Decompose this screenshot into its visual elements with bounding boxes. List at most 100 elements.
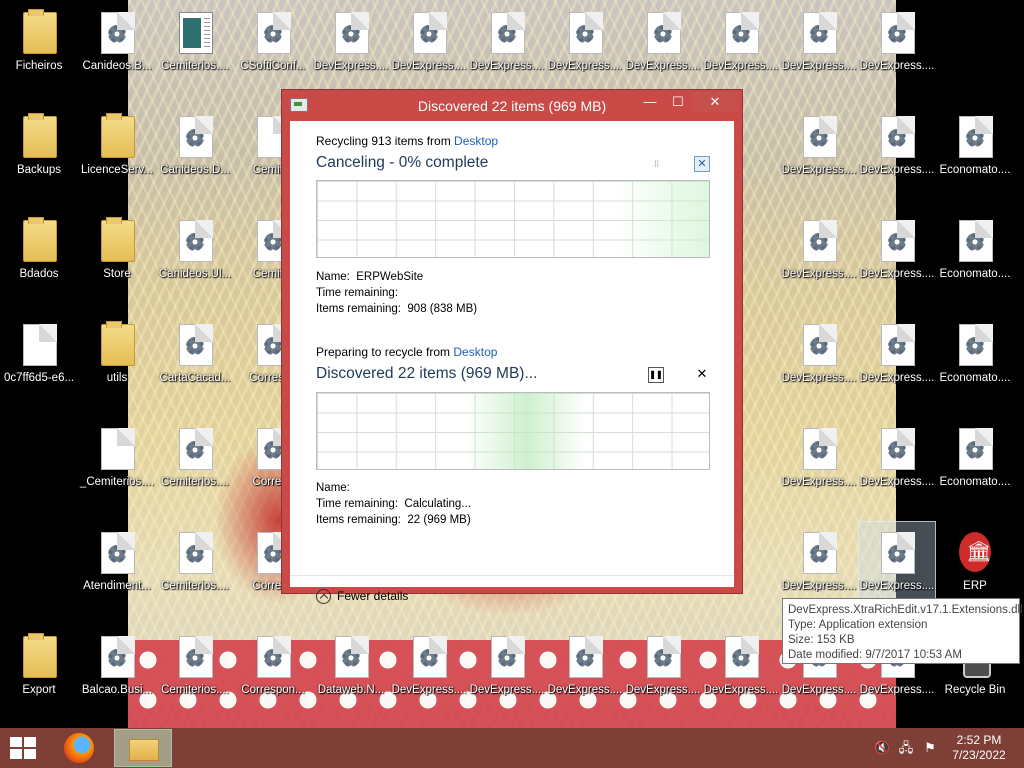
desktop-icon-label: Economato.... [939,476,1011,488]
desktop-icon[interactable]: 0c7ff6d5-e6... [1,314,77,410]
volume-muted-icon[interactable]: 🔇 [874,740,890,756]
desktop-icon[interactable]: _Cemiterios.... [79,418,155,514]
gear-icon [108,649,126,667]
desktop-icon[interactable]: DevExpress.... [859,314,935,410]
desktop-icon[interactable]: CSoftiConf... [235,2,311,98]
fewer-details-button[interactable]: Fewer details [316,589,408,605]
desktop-icon[interactable]: DevExpress.... [547,2,623,98]
op2-desktop-link[interactable]: Desktop [453,345,497,359]
desktop-icon[interactable]: Economato.... [937,210,1013,306]
action-center-flag-icon[interactable]: ⚑ [922,740,938,756]
op1-status: Canceling - 0% complete [316,154,489,171]
desktop-icon[interactable]: Canideos.B... [79,2,155,98]
folder-icon [23,633,57,678]
desktop-icon[interactable]: DevExpress.... [391,626,467,722]
taskbar: 🔇 🖧 ⚑ 2:52 PM 7/23/2022 [0,728,1024,768]
op2-items-value: 22 (969 MB) [407,514,471,526]
desktop-icon[interactable]: Economato.... [937,418,1013,514]
desktop-icon[interactable]: CartaCacad... [157,314,233,410]
desktop-icon[interactable]: Canideos.Ul... [157,210,233,306]
dll-file-icon [881,532,915,574]
desktop-icon[interactable]: Ficheiros [1,2,77,98]
desktop-icon[interactable]: DevExpress.... [625,626,701,722]
desktop-icon[interactable]: Canideos.D... [157,106,233,202]
desktop-icon[interactable]: DevExpress.... [391,2,467,98]
desktop-icon[interactable]: DevExpress.... [781,314,857,410]
dll-file-icon [881,428,915,470]
network-icon[interactable]: 🖧 [898,740,914,756]
desktop-icon[interactable]: DevExpress.... [781,210,857,306]
desktop-icon[interactable]: Economato.... [937,106,1013,202]
gear-icon [966,337,984,355]
desktop-icon[interactable]: DevExpress.... [781,106,857,202]
desktop-icon[interactable]: DevExpress.... [703,626,779,722]
desktop-icon-label: Economato.... [939,268,1011,280]
desktop-icon[interactable]: Export [1,626,77,722]
gear-icon [888,25,906,43]
desktop-icon[interactable]: DevExpress.... [547,626,623,722]
desktop-icon[interactable]: Atendiment... [79,522,155,618]
op2-pause-icon[interactable]: ❚❚ [648,367,664,383]
dll-file-icon [257,636,291,678]
desktop-icon[interactable]: DevExpress.... [469,626,545,722]
dll-file-icon [491,12,525,54]
desktop-icon[interactable]: Correspon... [235,626,311,722]
desktop-icon[interactable]: Bdados [1,210,77,306]
op1-cancel-icon[interactable]: ✕ [694,156,710,172]
gear-icon [576,649,594,667]
desktop-icon[interactable]: Cemiterios.... [157,418,233,514]
maximize-button[interactable]: ☐ [664,92,692,112]
desktop-icon[interactable]: Cemiterios.... [157,2,233,98]
desktop-icon[interactable]: DevExpress.... [859,210,935,306]
close-button[interactable]: ✕ [692,92,738,112]
op2-cancel-icon[interactable]: ✕ [694,367,710,383]
desktop-icon[interactable]: Backups [1,106,77,202]
desktop-icon[interactable]: Cemiterios.... [157,626,233,722]
op1-pause-icon[interactable]: ॥ [648,157,664,173]
taskbar-clock[interactable]: 2:52 PM 7/23/2022 [942,733,1016,763]
desktop-icon[interactable]: LicenceServ... [79,106,155,202]
desktop-icon[interactable]: Dataweb.N... [313,626,389,722]
desktop-icon[interactable]: Balcao.Busi... [79,626,155,722]
op1-name-label: Name: [316,271,350,283]
desktop-icon[interactable]: DevExpress.... [469,2,545,98]
minimize-button[interactable]: — [636,92,664,112]
desktop-icon[interactable]: DevExpress.... [625,2,701,98]
gear-icon [186,441,204,459]
dll-file-icon [803,12,837,54]
gear-icon [576,25,594,43]
desktop-icon[interactable]: Cemiterios.... [157,522,233,618]
dialog-titlebar[interactable]: Discovered 22 items (969 MB) — ☐ ✕ [282,90,742,120]
dll-file-icon [959,428,993,470]
desktop-icon[interactable]: DevExpress.... [781,418,857,514]
desktop-icon-label: Dataweb.N... [317,684,385,696]
desktop-icon-label: Balcao.Busi... [81,684,153,696]
desktop-icon-label: Atendiment... [83,580,151,592]
dll-file-icon [881,220,915,262]
desktop-icon[interactable]: DevExpress.... [859,418,935,514]
op2-time-row: Time remaining: Calculating... [316,498,471,510]
dll-file-icon [959,324,993,366]
gear-icon [654,25,672,43]
desktop-icon[interactable]: Economato.... [937,314,1013,410]
desktop-icon[interactable]: Store [79,210,155,306]
dll-file-icon [881,12,915,54]
desktop-icon[interactable]: DevExpress.... [313,2,389,98]
desktop-icon[interactable]: DevExpress.... [781,2,857,98]
dll-file-icon [569,636,603,678]
dll-file-icon [647,636,681,678]
desktop-icon[interactable]: DevExpress.... [703,2,779,98]
file-explorer-taskbar-button[interactable] [114,729,172,767]
op1-desktop-link[interactable]: Desktop [454,134,498,148]
folder-icon [101,217,135,262]
start-button[interactable] [8,736,38,760]
op2-items-label: Items remaining: [316,514,402,526]
op1-time-label: Time remaining: [316,287,399,299]
desktop-icon[interactable]: DevExpress.... [859,106,935,202]
desktop-icon[interactable]: DevExpress.... [859,2,935,98]
desktop-icon[interactable]: utils [79,314,155,410]
desktop-icon-label: DevExpress.... [547,684,623,696]
firefox-taskbar-button[interactable] [64,733,94,763]
gear-icon [420,649,438,667]
clock-time: 2:52 PM [956,733,1002,747]
